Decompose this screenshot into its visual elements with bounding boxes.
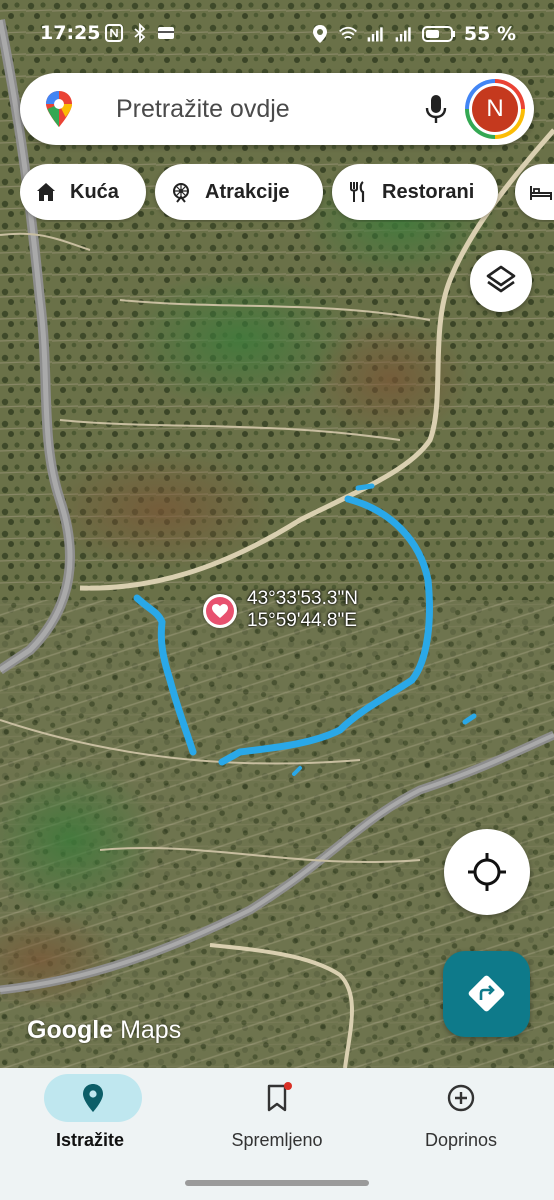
layers-icon [486, 265, 516, 293]
status-bar: 17:25 55 % [0, 0, 554, 70]
chip-restaurants[interactable]: Restorani [332, 164, 498, 220]
nav-saved-label: Spremljeno [231, 1130, 323, 1150]
gesture-home-bar[interactable] [185, 1180, 369, 1186]
wifi-icon [338, 26, 357, 39]
google-maps-logo-icon [46, 91, 72, 127]
watermark-product: Maps [120, 1016, 182, 1044]
nav-explore-label: Istražite [55, 1130, 125, 1150]
attractions-icon [173, 183, 189, 203]
add-circle-icon [447, 1084, 475, 1112]
wallet-icon [158, 27, 174, 39]
chip-attractions[interactable]: Atrakcije [155, 164, 323, 220]
nav-explore[interactable]: Istražite [0, 1068, 180, 1168]
nav-contribute[interactable]: Doprinos [371, 1068, 551, 1168]
signal-icon-1 [367, 27, 383, 42]
chip-restaurants-label: Restorani [382, 180, 475, 203]
marker-coordinates: 43°33'53.3"N 15°59'44.8"E [247, 588, 358, 632]
heart-icon [212, 604, 228, 618]
nav-saved[interactable]: Spremljeno [187, 1068, 367, 1168]
status-time: 17:25 [40, 22, 101, 44]
hotel-icon [530, 186, 552, 200]
saved-place-marker[interactable] [203, 594, 237, 628]
my-location-button[interactable] [444, 829, 530, 915]
chip-hotels[interactable] [515, 164, 554, 220]
category-chips: Kuća Atrakcije Restorani [20, 164, 554, 222]
marker-latitude: 43°33'53.3"N [247, 588, 358, 609]
chip-home-label: Kuća [70, 180, 119, 203]
status-system-icons: 55 % [310, 23, 516, 45]
home-icon [37, 183, 55, 201]
battery-percent: 55 % [463, 23, 516, 45]
search-input[interactable]: Pretražite ovdje [116, 95, 290, 124]
signal-icon-2 [395, 27, 411, 42]
restaurant-icon [350, 181, 365, 202]
location-icon [312, 25, 327, 43]
chip-home[interactable]: Kuća [20, 164, 146, 220]
nav-contribute-label: Doprinos [424, 1130, 498, 1150]
directions-icon [468, 975, 505, 1012]
account-avatar[interactable]: N [465, 79, 525, 139]
crosshair-icon [468, 853, 506, 891]
google-maps-watermark: Google Maps [27, 1016, 181, 1045]
layers-button[interactable] [470, 250, 532, 312]
directions-button[interactable] [443, 951, 530, 1037]
watermark-brand: Google [27, 1016, 114, 1044]
avatar-letter: N [472, 86, 518, 132]
battery-icon [421, 26, 455, 42]
marker-core [206, 597, 234, 625]
bookmark-icon [267, 1082, 292, 1112]
nfc-icon [105, 24, 123, 42]
bluetooth-icon [134, 23, 146, 43]
explore-pin-icon [83, 1084, 103, 1112]
search-bar[interactable]: Pretražite ovdje N [20, 73, 534, 145]
microphone-icon[interactable] [424, 93, 448, 125]
status-notification-icons [104, 23, 176, 43]
marker-longitude: 15°59'44.8"E [247, 610, 357, 631]
chip-attractions-label: Atrakcije [205, 180, 290, 203]
